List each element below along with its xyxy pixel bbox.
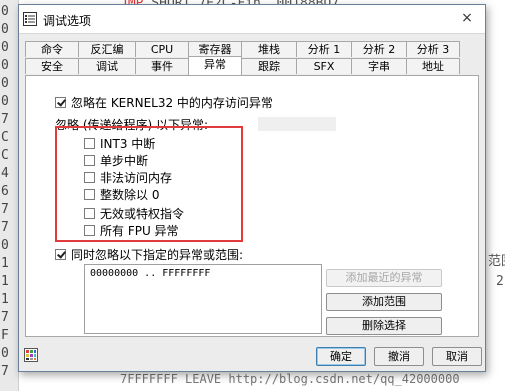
ignore-kernel32-checkbox[interactable] <box>55 97 66 108</box>
exception-row-single-step[interactable]: 单步中断 <box>84 152 148 169</box>
single-step-label: 单步中断 <box>100 154 149 168</box>
int3-checkbox[interactable] <box>84 138 95 149</box>
tab-events[interactable]: 事件 <box>135 58 189 74</box>
add-last-exception-button[interactable]: 添加最近的异常 <box>326 269 442 287</box>
background-line-char: F <box>1 328 9 343</box>
background-text-right: 范围 <box>488 254 505 269</box>
exception-row-memory-access[interactable]: 非法访问内存 <box>84 169 172 186</box>
tab-analysis-3[interactable]: 分析 3 <box>406 41 460 57</box>
add-range-button[interactable]: 添加范围 <box>326 293 442 311</box>
tab-addresses[interactable]: 地址 <box>406 58 460 74</box>
ignore-kernel32-label: 忽略在 KERNEL32 中的内存访问异常 <box>71 96 273 110</box>
range-list-item[interactable]: 00000000 .. FFFFFFFF <box>90 268 210 279</box>
delete-selection-button[interactable]: 删除选择 <box>326 317 442 335</box>
exception-row-fpu[interactable]: 所有 FPU 异常 <box>84 222 179 239</box>
fpu-exceptions-label: 所有 FPU 异常 <box>100 224 179 238</box>
background-line-char: 1 <box>1 256 9 271</box>
background-line-char: 0 <box>1 58 9 73</box>
background-line-char: 1 <box>1 274 9 289</box>
background-line-char: 7 <box>1 112 9 127</box>
dialog-title: 调试选项 <box>43 14 92 28</box>
background-line-char: 0 <box>1 238 9 253</box>
privileged-instruction-checkbox[interactable] <box>84 208 95 219</box>
single-step-checkbox[interactable] <box>84 155 95 166</box>
tab-debugging[interactable]: 调试 <box>78 58 136 74</box>
tab-exceptions[interactable]: 异常 <box>188 56 242 75</box>
tab-strings[interactable]: 字串 <box>351 58 407 74</box>
undo-button[interactable]: 撤消 <box>374 347 424 366</box>
privileged-instruction-label: 无效或特权指令 <box>100 207 185 221</box>
background-line-char: 0 <box>1 22 9 37</box>
background-line-char: 7 <box>1 202 9 217</box>
palette-icon[interactable] <box>24 348 38 362</box>
fpu-exceptions-checkbox[interactable] <box>84 225 95 236</box>
ignore-range-label: 同时忽略以下指定的异常或范围: <box>71 248 244 262</box>
exception-row-divide-by-zero[interactable]: 整数除以 0 <box>84 186 159 203</box>
tab-analysis-1[interactable]: 分析 1 <box>296 41 352 57</box>
background-line-char: 0 <box>1 346 9 361</box>
tab-cpu[interactable]: CPU <box>135 41 189 57</box>
background-code-bottom: 7FFFFFFF LEAVE http://blog.csdn.net/qq_4… <box>120 372 460 386</box>
tab-analysis-2[interactable]: 分析 2 <box>351 41 407 57</box>
background-line-char: 0 <box>1 76 9 91</box>
exception-row-int3[interactable]: INT3 中断 <box>84 135 155 152</box>
exception-row-privileged[interactable]: 无效或特权指令 <box>84 205 184 222</box>
background-line-char: 7 <box>1 310 9 325</box>
cancel-button[interactable]: 取消 <box>432 347 482 366</box>
heading-gray-strip <box>258 117 336 131</box>
background-line-char: 4 <box>1 166 9 181</box>
memory-access-label: 非法访问内存 <box>100 171 173 185</box>
divide-by-zero-label: 整数除以 0 <box>100 188 160 202</box>
background-line-char: 0 <box>1 4 9 19</box>
tab-row-front: 安全 调试 事件 异常 跟踪 SFX 字串 地址 <box>25 56 460 75</box>
background-line-char: C <box>1 148 9 163</box>
exception-range-list[interactable]: 00000000 .. FFFFFFFF <box>84 264 322 334</box>
close-button[interactable]: × <box>457 8 477 28</box>
tab-command[interactable]: 命令 <box>25 41 79 57</box>
ignore-kernel32-row[interactable]: 忽略在 KERNEL32 中的内存访问异常 <box>55 94 273 111</box>
divide-by-zero-checkbox[interactable] <box>84 189 95 200</box>
tab-trace[interactable]: 跟踪 <box>241 58 297 74</box>
tab-sfx[interactable]: SFX <box>296 58 352 74</box>
memory-access-checkbox[interactable] <box>84 172 95 183</box>
background-line-char: 0 <box>1 40 9 55</box>
tab-registers[interactable]: 寄存器 <box>188 41 242 57</box>
ignore-range-checkbox[interactable] <box>55 249 66 260</box>
ignore-range-row[interactable]: 同时忽略以下指定的异常或范围: <box>55 246 243 263</box>
background-line-char: 0 <box>1 94 9 109</box>
ok-button[interactable]: 确定 <box>316 347 366 366</box>
tab-disassembler[interactable]: 反汇编 <box>78 41 136 57</box>
title-bar[interactable]: 调试选项 × <box>19 5 485 34</box>
tab-row-back: 命令 反汇编 CPU 寄存器 堆栈 分析 1 分析 2 分析 3 <box>25 41 460 58</box>
background-line-char: 7 <box>1 364 9 379</box>
tab-stack[interactable]: 堆栈 <box>241 41 297 57</box>
tab-security[interactable]: 安全 <box>25 58 79 74</box>
background-line-char: 1 <box>1 292 9 307</box>
background-line-char: C <box>1 130 9 145</box>
background-line-char: 6 <box>1 184 9 199</box>
background-line-char: 7 <box>1 220 9 235</box>
settings-list-icon <box>23 12 37 26</box>
background-text-right-2: 2 <box>496 274 504 289</box>
int3-label: INT3 中断 <box>100 137 156 151</box>
